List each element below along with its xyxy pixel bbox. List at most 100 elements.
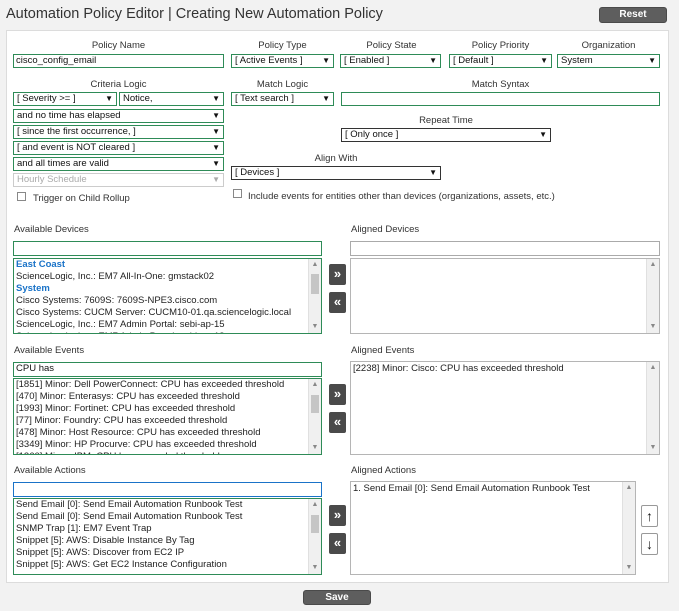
- aligned-actions-scrollbar[interactable]: ▲ ▼: [622, 482, 635, 574]
- available-actions-list[interactable]: Send Email [0]: Send Email Automation Ru…: [13, 498, 322, 575]
- match-logic-label: Match Logic: [256, 79, 309, 90]
- list-item[interactable]: [2238] Minor: Cisco: CPU has exceeded th…: [351, 363, 646, 375]
- list-item[interactable]: [478] Minor: Host Resource: CPU has exce…: [14, 427, 308, 439]
- aligned-devices-search[interactable]: [350, 241, 660, 256]
- child-rollup-label: Trigger on Child Rollup: [33, 193, 130, 204]
- occurrence-value: [ since the first occurrence, ]: [17, 126, 136, 137]
- time-elapsed-select[interactable]: and no time has elapsed ▼: [13, 109, 224, 123]
- available-actions-label: Available Actions: [14, 465, 86, 476]
- policy-type-label: Policy Type: [258, 40, 307, 51]
- list-item[interactable]: Cisco Systems: CUCM Server: CUCM10-01.qa…: [14, 307, 308, 319]
- criteria-logic-label: Criteria Logic: [90, 79, 147, 90]
- scroll-up-icon[interactable]: ▲: [309, 379, 321, 391]
- scroll-down-icon[interactable]: ▼: [647, 321, 659, 333]
- devices-scrollbar[interactable]: ▲ ▼: [308, 259, 321, 333]
- list-item[interactable]: Snippet [5]: AWS: Disable Instance By Ta…: [14, 535, 308, 547]
- severity-value-select[interactable]: Notice, ▼: [119, 92, 224, 106]
- align-with-label: Align With: [314, 153, 358, 164]
- list-item[interactable]: SNMP Trap [1]: EM7 Event Trap: [14, 523, 308, 535]
- list-item[interactable]: [77] Minor: Foundry: CPU has exceeded th…: [14, 415, 308, 427]
- scroll-up-icon[interactable]: ▲: [623, 482, 635, 494]
- policy-type-value: [ Active Events ]: [235, 55, 303, 66]
- aligned-devices-label: Aligned Devices: [351, 224, 420, 235]
- match-syntax-input[interactable]: [341, 92, 660, 106]
- list-item[interactable]: [470] Minor: Enterasys: CPU has exceeded…: [14, 391, 308, 403]
- move-event-left-button[interactable]: «: [329, 412, 346, 433]
- scroll-down-icon[interactable]: ▼: [309, 442, 321, 454]
- list-item[interactable]: Snippet [5]: AWS: Get EC2 Instance Confi…: [14, 559, 308, 571]
- move-device-right-button[interactable]: »: [329, 264, 346, 285]
- aligned-devices-scrollbar[interactable]: ▲ ▼: [646, 259, 659, 333]
- times-valid-select[interactable]: and all times are valid ▼: [13, 157, 224, 171]
- repeat-time-value: [ Only once ]: [345, 129, 399, 140]
- list-item[interactable]: Cisco Systems: 7609S: 7609S-NPE3.cisco.c…: [14, 295, 308, 307]
- list-item[interactable]: ScienceLogic, Inc.: EM7 All-In-One: gmst…: [14, 271, 308, 283]
- scroll-down-icon[interactable]: ▼: [309, 321, 321, 333]
- move-device-left-button[interactable]: «: [329, 292, 346, 313]
- scroll-down-icon[interactable]: ▼: [623, 562, 635, 574]
- list-item[interactable]: [3349] Minor: HP Procurve: CPU has excee…: [14, 439, 308, 451]
- include-events-checkbox[interactable]: [233, 189, 242, 198]
- list-item[interactable]: Send Email [0]: Send Email Automation Ru…: [14, 499, 308, 511]
- chevron-down-icon: ▼: [322, 56, 330, 65]
- policy-type-select[interactable]: [ Active Events ] ▼: [231, 54, 334, 68]
- aligned-devices-list[interactable]: ▲ ▼: [350, 258, 660, 334]
- list-group-header: System: [16, 283, 50, 294]
- match-logic-select[interactable]: [ Text search ] ▼: [231, 92, 334, 106]
- save-button[interactable]: Save: [303, 590, 371, 605]
- repeat-time-select[interactable]: [ Only once ] ▼: [341, 128, 551, 142]
- occurrence-select[interactable]: [ since the first occurrence, ] ▼: [13, 125, 224, 139]
- chevron-down-icon: ▼: [429, 56, 437, 65]
- list-item[interactable]: [1851] Minor: Dell PowerConnect: CPU has…: [14, 379, 308, 391]
- list-item[interactable]: Snippet [5]: AWS: Discover from EC2 IP: [14, 547, 308, 559]
- reset-button[interactable]: Reset: [599, 7, 667, 23]
- available-devices-search[interactable]: [13, 241, 322, 256]
- child-rollup-checkbox[interactable]: [17, 192, 26, 201]
- align-with-select[interactable]: [ Devices ] ▼: [231, 166, 441, 180]
- organization-value: System: [561, 55, 593, 66]
- move-action-up-button[interactable]: ↑: [641, 505, 658, 527]
- severity-operator-select[interactable]: [ Severity >= ] ▼: [13, 92, 117, 106]
- available-events-list[interactable]: [1851] Minor: Dell PowerConnect: CPU has…: [13, 378, 322, 455]
- list-item[interactable]: 1. Send Email [0]: Send Email Automation…: [351, 483, 622, 495]
- available-events-search[interactable]: CPU has: [13, 362, 322, 377]
- policy-state-select[interactable]: [ Enabled ] ▼: [340, 54, 441, 68]
- scroll-thumb[interactable]: [311, 515, 319, 533]
- policy-priority-label: Policy Priority: [471, 40, 530, 51]
- available-devices-list[interactable]: East Coast ScienceLogic, Inc.: EM7 All-In…: [13, 258, 322, 334]
- move-action-down-button[interactable]: ↓: [641, 533, 658, 555]
- cleared-select[interactable]: [ and event is NOT cleared ] ▼: [13, 141, 224, 155]
- scroll-up-icon[interactable]: ▲: [647, 362, 659, 374]
- scroll-down-icon[interactable]: ▼: [647, 442, 659, 454]
- scroll-thumb[interactable]: [311, 395, 319, 413]
- scroll-down-icon[interactable]: ▼: [309, 562, 321, 574]
- list-item[interactable]: Send Email [0]: Send Email Automation Ru…: [14, 511, 308, 523]
- list-item[interactable]: [1993] Minor: Fortinet: CPU has exceeded…: [14, 403, 308, 415]
- list-item[interactable]: [1360] Minor: IBM: CPU has exceeded thre…: [14, 451, 308, 454]
- move-event-right-button[interactable]: »: [329, 384, 346, 405]
- move-action-right-button[interactable]: »: [329, 505, 346, 526]
- available-events-label: Available Events: [14, 345, 85, 356]
- aligned-actions-label: Aligned Actions: [351, 465, 416, 476]
- chevron-down-icon: ▼: [212, 143, 220, 152]
- policy-name-input[interactable]: cisco_config_email: [13, 54, 224, 68]
- aligned-actions-list[interactable]: 1. Send Email [0]: Send Email Automation…: [350, 481, 636, 575]
- scroll-up-icon[interactable]: ▲: [309, 499, 321, 511]
- aligned-events-list[interactable]: [2238] Minor: Cisco: CPU has exceeded th…: [350, 361, 660, 455]
- list-item[interactable]: ScienceLogic, Inc.: EM7 Admin Portal: se…: [14, 319, 308, 331]
- scroll-up-icon[interactable]: ▲: [309, 259, 321, 271]
- chevron-down-icon: ▼: [540, 56, 548, 65]
- events-scrollbar[interactable]: ▲ ▼: [308, 379, 321, 454]
- actions-scrollbar[interactable]: ▲ ▼: [308, 499, 321, 574]
- list-item[interactable]: ScienceLogic, Inc.: EM7 Admin Portal: se…: [14, 331, 308, 333]
- aligned-events-scrollbar[interactable]: ▲ ▼: [646, 362, 659, 454]
- organization-select[interactable]: System ▼: [557, 54, 660, 68]
- available-devices-label: Available Devices: [14, 224, 89, 235]
- chevron-down-icon: ▼: [429, 168, 437, 177]
- scroll-thumb[interactable]: [311, 274, 319, 294]
- scroll-up-icon[interactable]: ▲: [647, 259, 659, 271]
- match-syntax-label: Match Syntax: [471, 79, 530, 90]
- policy-priority-select[interactable]: [ Default ] ▼: [449, 54, 552, 68]
- move-action-left-button[interactable]: «: [329, 533, 346, 554]
- available-actions-search[interactable]: [13, 482, 322, 497]
